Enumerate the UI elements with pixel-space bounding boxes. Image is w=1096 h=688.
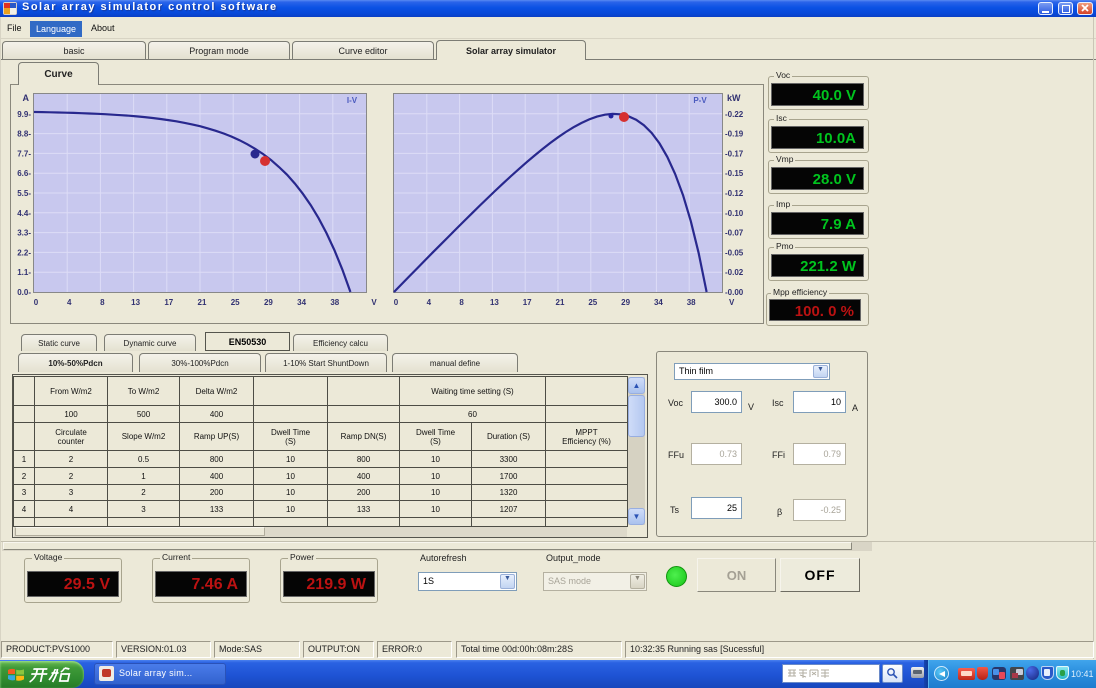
svg-text:2.2-: 2.2- bbox=[17, 248, 31, 257]
svg-text:kW: kW bbox=[727, 93, 741, 103]
svg-text:29: 29 bbox=[621, 298, 630, 307]
svg-text:-0.15: -0.15 bbox=[725, 169, 744, 178]
svg-text:0: 0 bbox=[34, 298, 39, 307]
svg-text:-0.22: -0.22 bbox=[725, 110, 744, 119]
svg-text:38: 38 bbox=[330, 298, 339, 307]
svg-text:4.4-: 4.4- bbox=[17, 209, 31, 218]
svg-text:8: 8 bbox=[459, 298, 464, 307]
svg-text:0: 0 bbox=[394, 298, 399, 307]
svg-text:V: V bbox=[371, 298, 377, 307]
svg-text:29: 29 bbox=[264, 298, 273, 307]
svg-text:P-V: P-V bbox=[693, 96, 707, 105]
svg-text:13: 13 bbox=[131, 298, 140, 307]
svg-text:17: 17 bbox=[523, 298, 532, 307]
svg-text:3.3-: 3.3- bbox=[17, 229, 31, 238]
svg-text:-0.00: -0.00 bbox=[725, 288, 744, 297]
svg-text:13: 13 bbox=[490, 298, 499, 307]
svg-text:7.7-: 7.7- bbox=[17, 149, 31, 158]
svg-text:34: 34 bbox=[654, 298, 663, 307]
svg-text:8.8-: 8.8- bbox=[17, 130, 31, 139]
svg-text:-0.05: -0.05 bbox=[725, 248, 744, 257]
svg-text:4: 4 bbox=[67, 298, 72, 307]
svg-text:-0.10: -0.10 bbox=[725, 209, 744, 218]
svg-text:I-V: I-V bbox=[347, 96, 358, 105]
svg-text:-0.19: -0.19 bbox=[725, 130, 744, 139]
svg-text:1.1-: 1.1- bbox=[17, 268, 31, 277]
svg-text:-0.07: -0.07 bbox=[725, 229, 744, 238]
svg-text:25: 25 bbox=[231, 298, 240, 307]
svg-text:21: 21 bbox=[556, 298, 565, 307]
svg-text:V: V bbox=[729, 298, 735, 307]
svg-text:38: 38 bbox=[687, 298, 696, 307]
svg-text:4: 4 bbox=[427, 298, 432, 307]
svg-text:34: 34 bbox=[297, 298, 306, 307]
svg-text:21: 21 bbox=[198, 298, 207, 307]
svg-text:8: 8 bbox=[100, 298, 105, 307]
svg-text:-0.12: -0.12 bbox=[725, 189, 744, 198]
svg-text:A: A bbox=[23, 93, 30, 103]
svg-text:-0.02: -0.02 bbox=[725, 268, 744, 277]
svg-text:25: 25 bbox=[588, 298, 597, 307]
svg-text:6.6-: 6.6- bbox=[17, 169, 31, 178]
svg-text:-0.17: -0.17 bbox=[725, 149, 744, 158]
svg-text:17: 17 bbox=[164, 298, 173, 307]
svg-text:0.0-: 0.0- bbox=[17, 288, 31, 297]
svg-text:9.9-: 9.9- bbox=[17, 110, 31, 119]
svg-text:5.5-: 5.5- bbox=[17, 189, 31, 198]
